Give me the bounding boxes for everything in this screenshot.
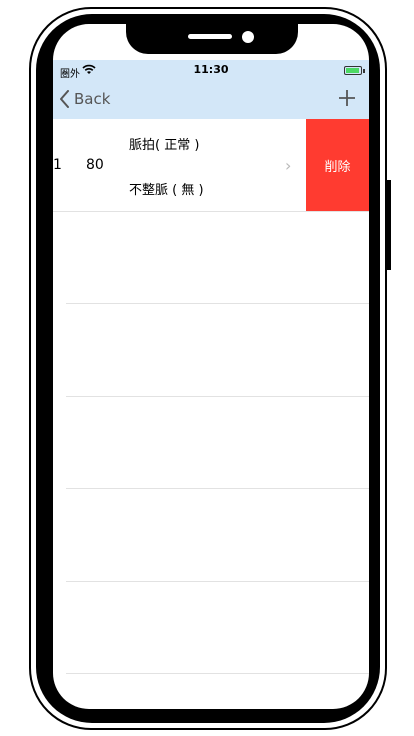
speaker-grille <box>188 34 232 39</box>
empty-row-separator <box>66 673 369 674</box>
battery-tip <box>363 69 365 73</box>
empty-row-separator <box>66 396 369 397</box>
status-time: 11:30 <box>193 63 229 76</box>
battery-icon <box>344 66 362 75</box>
record-row[interactable]: 1 80 脈拍( 正常 ) 不整脈 ( 無 ) › 削除 <box>53 119 369 211</box>
back-label: Back <box>74 90 111 108</box>
chevron-left-icon <box>60 90 69 108</box>
row-separator <box>53 211 369 212</box>
delete-button[interactable]: 削除 <box>306 119 369 211</box>
power-button <box>387 180 391 270</box>
front-camera <box>242 31 254 43</box>
plus-icon <box>339 90 355 106</box>
navigation-bar: 圏外 11:30 Back <box>53 60 369 119</box>
empty-row-separator <box>66 488 369 489</box>
empty-row-separator <box>66 581 369 582</box>
battery-level <box>346 68 359 73</box>
row-value-2: 80 <box>86 157 104 173</box>
chevron-right-icon: › <box>285 156 292 175</box>
arrhythmia-status: 不整脈 ( 無 ) <box>129 183 204 198</box>
back-button[interactable]: Back <box>59 87 110 111</box>
screen: 圏外 11:30 Back 1 80 脈拍( 正常 ) 不整脈 ( 無 ) › <box>53 24 369 709</box>
pulse-status: 脈拍( 正常 ) <box>129 138 200 153</box>
empty-row-separator <box>66 303 369 304</box>
add-button[interactable] <box>337 86 357 110</box>
row-value-1: 1 <box>53 157 62 173</box>
